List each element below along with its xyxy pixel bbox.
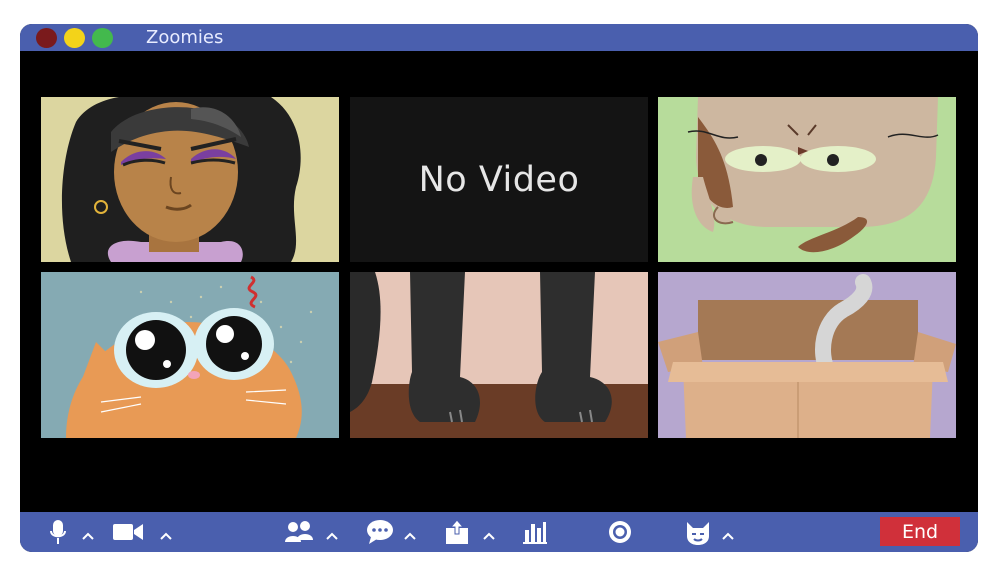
maximize-window-button[interactable] [92,28,113,48]
share-screen-icon[interactable] [444,518,470,546]
video-tile-orange-cat[interactable] [41,272,339,438]
chat-options-chevron-up-icon[interactable] [404,525,416,544]
close-window-button[interactable] [36,28,57,48]
video-tile-no-video[interactable]: No Video [350,97,648,262]
chat-icon[interactable] [365,518,395,546]
orange-cat-illustration [41,272,339,438]
microphone-icon[interactable] [50,518,66,546]
cardboard-box-illustration [658,272,956,438]
video-camera-icon[interactable] [112,518,144,546]
polls-icon[interactable] [522,518,548,546]
window-title: Zoomies [146,27,224,48]
record-icon[interactable] [607,518,633,546]
title-bar: Zoomies [20,24,978,51]
video-tile-siamese-cat[interactable] [658,97,956,262]
app-window: Zoomies No Video End [20,24,978,552]
siamese-cat-illustration [658,97,956,262]
reactions-icon[interactable] [684,518,712,546]
video-tile-box-cat[interactable] [658,272,956,438]
microphone-options-chevron-up-icon[interactable] [82,525,94,544]
woman-illustration [41,97,339,262]
video-tile-black-cat[interactable] [350,272,648,438]
video-options-chevron-up-icon[interactable] [160,525,172,544]
participants-icon[interactable] [284,518,314,546]
meeting-toolbar: End [20,512,978,552]
no-video-label: No Video [418,159,580,200]
participants-options-chevron-up-icon[interactable] [326,525,338,544]
black-cat-legs-illustration [350,272,648,438]
reactions-options-chevron-up-icon[interactable] [722,525,734,544]
end-meeting-button[interactable]: End [880,517,960,546]
video-tile-woman[interactable] [41,97,339,262]
minimize-window-button[interactable] [64,28,85,48]
share-options-chevron-up-icon[interactable] [483,525,495,544]
